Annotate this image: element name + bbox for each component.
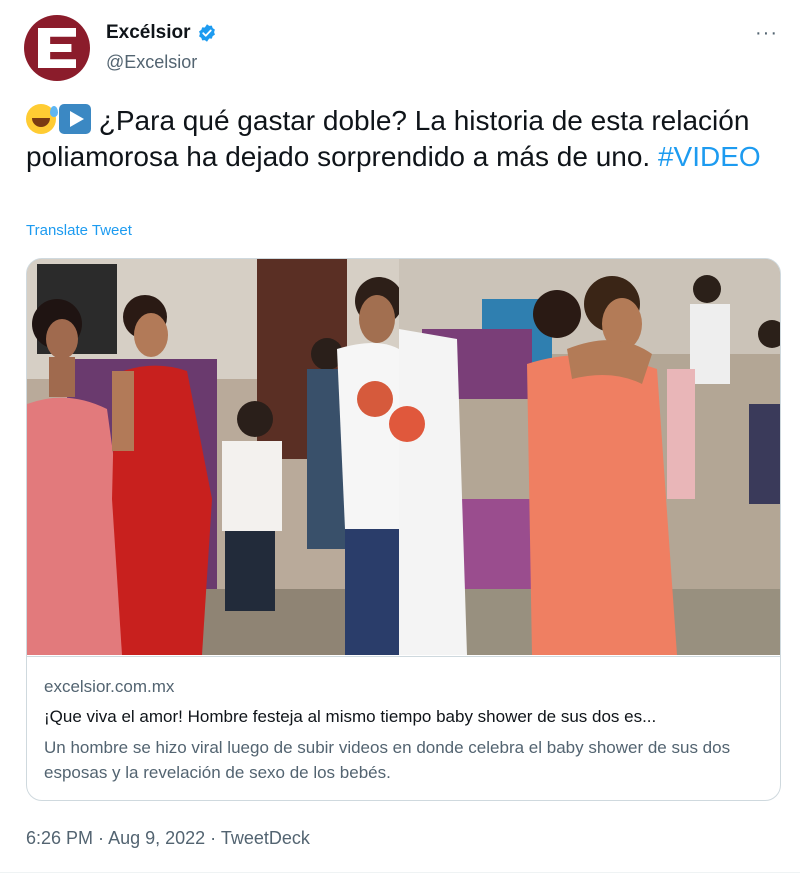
tweet-text: ¿Para qué gastar doble? La historia de e…: [26, 103, 776, 175]
tweet-body: ¿Para qué gastar doble? La historia de e…: [26, 105, 750, 172]
excelsior-logo-icon: [38, 28, 76, 68]
card-image[interactable]: [27, 259, 780, 655]
grinning-sweat-emoji: [26, 104, 58, 134]
author-handle[interactable]: @Excelsior: [106, 52, 197, 73]
card-meta[interactable]: excelsior.com.mx ¡Que viva el amor! Homb…: [27, 656, 780, 785]
divider: [0, 872, 800, 873]
tweet-timestamp: 6:26 PM · Aug 9, 2022 · TweetDeck: [26, 828, 310, 849]
meta-separator: ·: [93, 828, 109, 848]
card-title: ¡Que viva el amor! Hombre festeja al mis…: [44, 707, 657, 726]
party-photo-collage: [27, 259, 780, 655]
translate-tweet-link[interactable]: Translate Tweet: [26, 222, 132, 239]
card-domain: excelsior.com.mx: [44, 677, 175, 696]
author-display-name[interactable]: Excélsior: [106, 22, 191, 44]
link-card[interactable]: excelsior.com.mx ¡Que viva el amor! Homb…: [26, 258, 781, 801]
tweet-source[interactable]: TweetDeck: [221, 828, 310, 848]
tweet-date[interactable]: Aug 9, 2022: [108, 828, 205, 848]
tweet-time[interactable]: 6:26 PM: [26, 828, 93, 848]
play-button-emoji: [59, 104, 91, 134]
hashtag-link[interactable]: #VIDEO: [658, 141, 761, 172]
author-avatar[interactable]: [24, 15, 90, 81]
card-description: Un hombre se hizo viral luego de subir v…: [44, 738, 731, 782]
verified-badge-icon: [198, 24, 215, 42]
more-options-button[interactable]: ···: [755, 22, 778, 45]
author-name-row[interactable]: Excélsior: [106, 22, 217, 44]
meta-separator: ·: [205, 828, 221, 848]
